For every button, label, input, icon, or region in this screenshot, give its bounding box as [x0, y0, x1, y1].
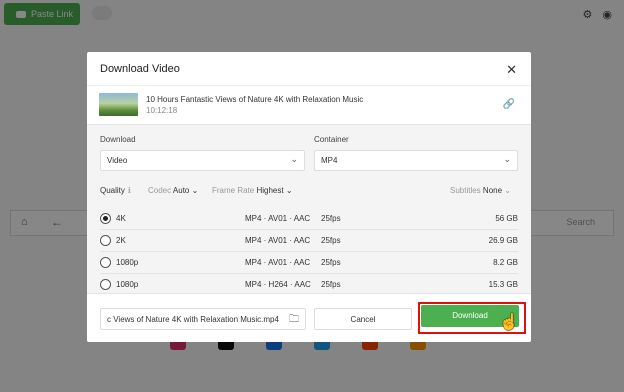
download-type-select[interactable]: Video ⌄ — [100, 150, 305, 171]
filename-value: c Views of Nature 4K with Relaxation Mus… — [107, 315, 279, 324]
radio-button[interactable] — [100, 257, 111, 268]
chevron-down-icon: ⌄ — [503, 154, 511, 164]
quality-row[interactable]: 1080p MP4 · AV01 · AAC 25fps 8.2 GB — [100, 252, 518, 274]
download-options: Download Container Video ⌄ MP4 ⌄ Quality… — [87, 124, 531, 293]
video-info: 10 Hours Fantastic Views of Nature 4K wi… — [87, 85, 531, 123]
container-label: Container — [314, 135, 349, 144]
subtitles-filter[interactable]: Subtitles None ⌄ — [450, 186, 511, 195]
dialog-footer: c Views of Nature 4K with Relaxation Mus… — [87, 293, 531, 342]
video-title: 10 Hours Fantastic Views of Nature 4K wi… — [146, 95, 364, 104]
folder-icon[interactable]: 🗀 — [289, 312, 299, 329]
hand-cursor-icon: ☝ — [499, 314, 519, 331]
info-icon: ℹ — [127, 186, 131, 195]
radio-button[interactable] — [100, 279, 111, 290]
download-type-value: Video — [107, 156, 128, 165]
download-type-label: Download — [100, 135, 136, 144]
chevron-down-icon: ⌄ — [285, 186, 293, 195]
dialog-title: Download Video — [100, 63, 180, 75]
filename-field[interactable]: c Views of Nature 4K with Relaxation Mus… — [100, 308, 306, 330]
radio-button[interactable] — [100, 213, 111, 224]
video-thumbnail — [99, 93, 138, 116]
container-value: MP4 — [321, 156, 338, 165]
quality-filter-label: Quality ℹ — [100, 186, 131, 195]
chevron-down-icon: ⌄ — [290, 154, 298, 164]
cancel-button[interactable]: Cancel — [314, 308, 412, 330]
chevron-down-icon: ⌄ — [504, 186, 511, 195]
codec-filter[interactable]: Codec Auto ⌄ — [148, 186, 198, 195]
quality-row[interactable]: 2K MP4 · AV01 · AAC 25fps 26.9 GB — [100, 230, 518, 252]
radio-button[interactable] — [100, 235, 111, 246]
chevron-down-icon: ⌄ — [191, 186, 199, 195]
frame-rate-filter[interactable]: Frame Rate Highest ⌄ — [212, 186, 293, 195]
quality-row[interactable]: 4K MP4 · AV01 · AAC 25fps 56 GB — [100, 208, 518, 230]
link-icon[interactable]: 🔗 — [503, 99, 515, 110]
close-icon[interactable]: ✕ — [506, 62, 517, 78]
container-select[interactable]: MP4 ⌄ — [314, 150, 518, 171]
video-duration: 10:12:18 — [146, 106, 178, 115]
download-video-dialog: Download Video ✕ 10 Hours Fantastic View… — [87, 52, 531, 342]
